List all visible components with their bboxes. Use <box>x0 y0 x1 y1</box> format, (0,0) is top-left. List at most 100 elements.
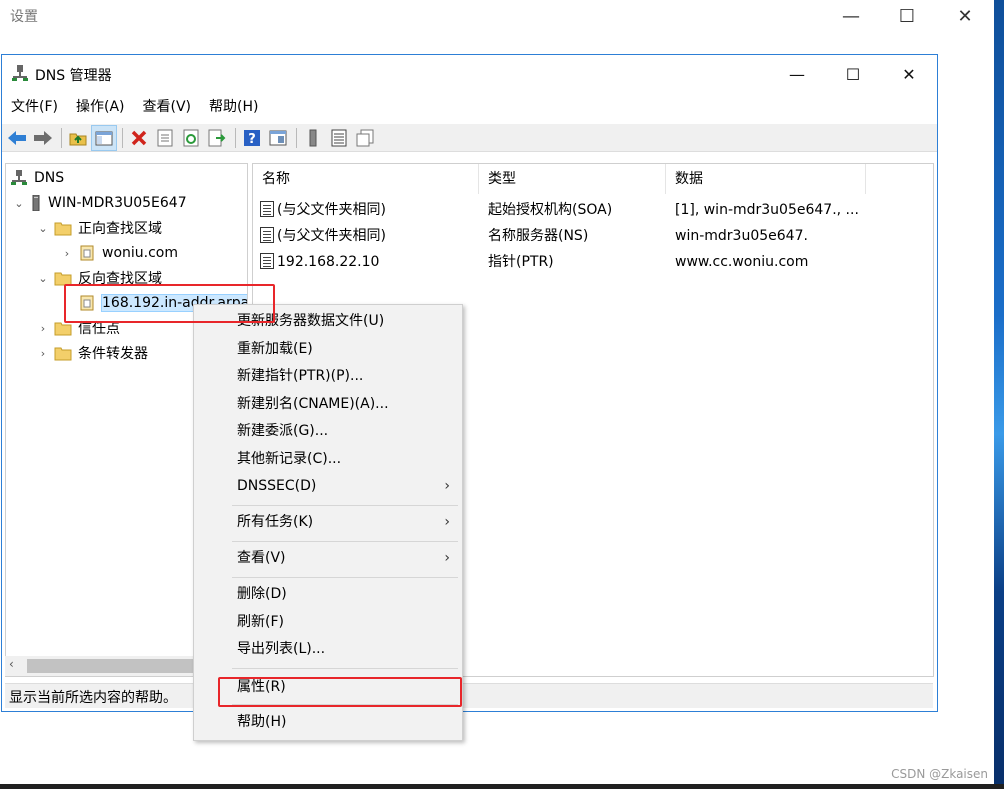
console-window-icon[interactable] <box>266 126 290 150</box>
chevron-down-icon[interactable]: ⌄ <box>36 272 50 285</box>
chevron-right-icon: › <box>444 478 450 494</box>
chevron-right-icon[interactable]: › <box>60 247 74 260</box>
tree-label: woniu.com <box>102 245 179 261</box>
menu-action[interactable]: 操作(A) <box>67 95 134 119</box>
menu-item-label: 重新加载(E) <box>237 341 313 357</box>
chevron-right-icon: › <box>444 550 450 566</box>
chevron-down-icon[interactable]: ⌄ <box>36 222 50 235</box>
table-row[interactable]: (与父文件夹相同) 名称服务器(NS) win-mdr3u05e647. <box>253 223 933 249</box>
properties-icon[interactable] <box>153 126 177 150</box>
copy-records-icon[interactable] <box>353 126 377 150</box>
menu-item-export-list[interactable]: 导出列表(L)... <box>194 636 462 663</box>
minimize-button[interactable]: — <box>770 59 824 89</box>
status-bar: 显示当前所选内容的帮助。 <box>5 683 933 708</box>
tree-item-dns-root[interactable]: DNS <box>10 167 64 189</box>
menu-item-label: 导出列表(L)... <box>237 641 326 657</box>
delete-icon[interactable] <box>127 126 151 150</box>
svg-text:?: ? <box>248 132 256 147</box>
tree-item-conditional-forwarders[interactable]: › 条件转发器 <box>36 342 148 364</box>
watermark: CSDN @Zkaisen <box>891 767 988 781</box>
column-header-data[interactable]: 数据 <box>666 164 866 194</box>
dns-window-title: DNS 管理器 <box>35 68 112 84</box>
record-type: 名称服务器(NS) <box>488 228 589 244</box>
column-header-name[interactable]: 名称 <box>253 164 479 194</box>
column-header-type[interactable]: 类型 <box>479 164 666 194</box>
record-data: [1], win-mdr3u05e647., ... <box>675 202 859 218</box>
dns-manager-window: DNS 管理器 — ☐ ✕ 文件(F) 操作(A) 查看(V) 帮助(H) ? … <box>1 54 938 712</box>
menu-item-new-delegation[interactable]: 新建委派(G)... <box>194 418 462 445</box>
maximize-button[interactable]: ☐ <box>826 59 880 89</box>
menu-item-dnssec[interactable]: DNSSEC(D) › <box>194 473 462 500</box>
menu-item-label: 刷新(F) <box>237 614 284 630</box>
scroll-left-icon[interactable]: ‹ <box>9 657 14 671</box>
taskbar-edge <box>0 784 1004 789</box>
menu-item-delete[interactable]: 删除(D) <box>194 581 462 608</box>
record-list-icon[interactable] <box>327 126 351 150</box>
up-folder-icon[interactable] <box>66 126 90 150</box>
menu-item-label: 新建指针(PTR)(P)... <box>237 368 364 384</box>
folder-icon <box>54 222 72 236</box>
record-icon <box>260 253 274 269</box>
menu-item-refresh[interactable]: 刷新(F) <box>194 609 462 636</box>
menu-separator <box>232 505 458 506</box>
close-button[interactable]: ✕ <box>882 59 936 89</box>
menu-view[interactable]: 查看(V) <box>134 95 201 119</box>
menu-item-label: DNSSEC(D) <box>237 478 317 494</box>
menu-item-new-alias[interactable]: 新建别名(CNAME)(A)... <box>194 391 462 418</box>
status-text: 显示当前所选内容的帮助。 <box>9 690 177 706</box>
settings-minimize-button[interactable]: — <box>828 2 874 30</box>
dns-titlebar[interactable]: DNS 管理器 — ☐ ✕ <box>2 55 937 93</box>
record-type: 指针(PTR) <box>488 254 554 270</box>
menu-file[interactable]: 文件(F) <box>2 95 67 119</box>
chevron-right-icon[interactable]: › <box>36 322 50 335</box>
tree-item-woniu-com[interactable]: › woniu.com <box>60 242 178 264</box>
server-icon[interactable] <box>301 126 325 150</box>
show-console-tree-icon[interactable] <box>91 124 117 151</box>
menu-item-all-tasks[interactable]: 所有任务(K) › <box>194 509 462 536</box>
refresh-icon[interactable] <box>179 126 203 150</box>
chevron-right-icon: › <box>444 514 450 530</box>
menu-item-help[interactable]: 帮助(H) <box>194 709 462 736</box>
desktop-background <box>994 0 1004 789</box>
help-icon[interactable]: ? <box>240 126 264 150</box>
menu-item-label: 新建委派(G)... <box>237 423 329 439</box>
forward-arrow-icon[interactable] <box>31 126 55 150</box>
record-name: (与父文件夹相同) <box>277 202 386 218</box>
export-list-icon[interactable] <box>205 126 229 150</box>
menu-item-label: 查看(V) <box>237 550 286 566</box>
menu-item-other-new-records[interactable]: 其他新记录(C)... <box>194 446 462 473</box>
server-icon <box>32 195 40 211</box>
menu-item-reload[interactable]: 重新加载(E) <box>194 336 462 363</box>
chevron-down-icon[interactable]: ⌄ <box>12 197 26 210</box>
chevron-right-icon[interactable]: › <box>36 347 50 360</box>
tree-item-server[interactable]: ⌄ WIN-MDR3U05E647 <box>12 192 187 214</box>
settings-maximize-button[interactable]: ☐ <box>884 2 930 30</box>
record-type: 起始授权机构(SOA) <box>488 202 613 218</box>
dns-server-icon <box>12 65 28 81</box>
toolbar-separator <box>296 127 297 148</box>
tree-item-forward-zones[interactable]: ⌄ 正向查找区域 <box>36 217 162 239</box>
table-row[interactable]: (与父文件夹相同) 起始授权机构(SOA) [1], win-mdr3u05e6… <box>253 197 933 223</box>
menu-item-label: 新建别名(CNAME)(A)... <box>237 396 389 412</box>
tree-label: WIN-MDR3U05E647 <box>48 195 187 211</box>
menu-separator <box>232 541 458 542</box>
record-name-cell: 192.168.22.10 <box>260 249 379 275</box>
menu-item-view[interactable]: 查看(V) › <box>194 545 462 572</box>
zone-file-icon <box>80 245 94 261</box>
menu-item-new-pointer[interactable]: 新建指针(PTR)(P)... <box>194 363 462 390</box>
tree-label: 正向查找区域 <box>78 221 162 237</box>
record-name-cell: (与父文件夹相同) <box>260 197 386 223</box>
menu-help[interactable]: 帮助(H) <box>200 95 267 119</box>
highlight-box-selected-zone <box>64 284 275 323</box>
record-name: (与父文件夹相同) <box>277 228 386 244</box>
menu-separator <box>232 668 458 669</box>
back-arrow-icon[interactable] <box>5 126 29 150</box>
tree-label: DNS <box>34 170 65 186</box>
table-row[interactable]: 192.168.22.10 指针(PTR) www.cc.woniu.com <box>253 249 933 275</box>
tree-label: 条件转发器 <box>78 346 148 362</box>
record-data: win-mdr3u05e647. <box>675 228 808 244</box>
record-icon <box>260 227 274 243</box>
dns-root-icon <box>11 170 27 185</box>
settings-close-button[interactable]: ✕ <box>942 2 988 30</box>
record-icon <box>260 201 274 217</box>
